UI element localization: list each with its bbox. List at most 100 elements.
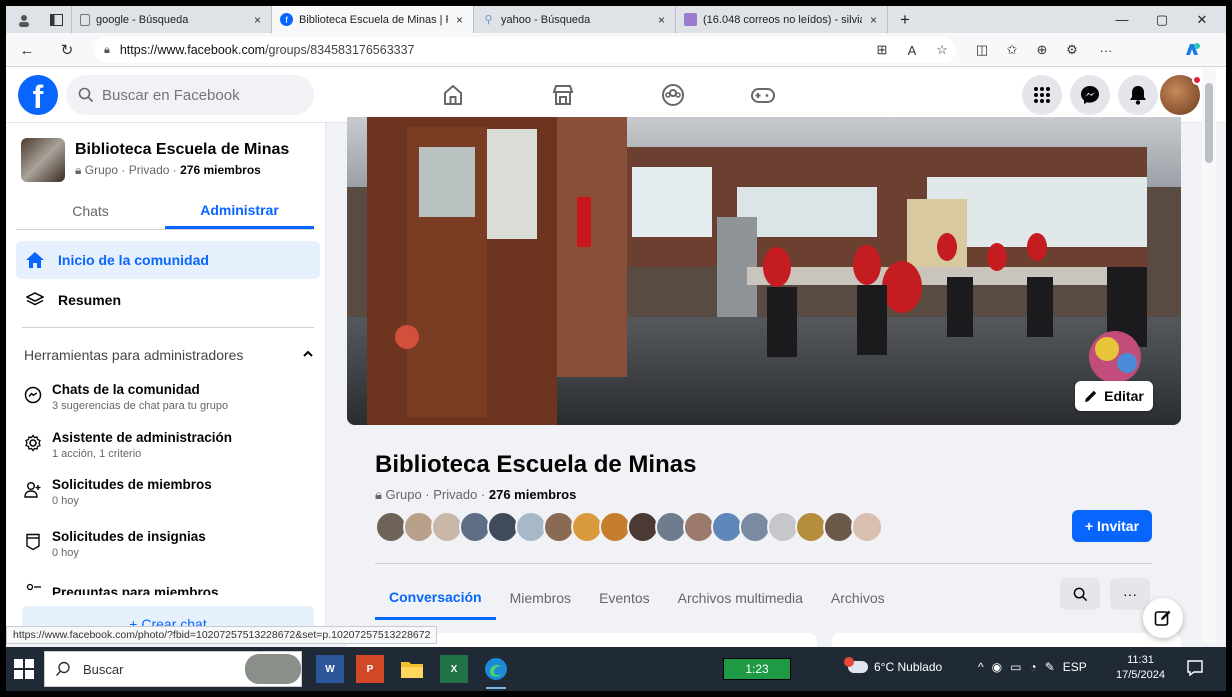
tab-chats[interactable]: Chats xyxy=(16,193,165,229)
minimize-icon[interactable]: — xyxy=(1102,6,1142,33)
new-tab-button[interactable]: + xyxy=(888,6,922,33)
tab-administrar[interactable]: Administrar xyxy=(165,193,314,229)
favorite-star-icon[interactable]: ☆ xyxy=(932,40,952,60)
tab-conversacion[interactable]: Conversación xyxy=(375,576,496,620)
admin-tools-heading[interactable]: Herramientas para administradores xyxy=(24,347,314,363)
group-meta: 🔒︎ Grupo · Privado · 276 miembros xyxy=(375,487,576,503)
avatar[interactable] xyxy=(851,511,883,543)
url-path: /groups/834583176563337 xyxy=(265,43,415,57)
restore-icon[interactable]: ▢ xyxy=(1142,6,1182,33)
notifications-center-icon[interactable] xyxy=(1186,659,1206,677)
tab-eventos[interactable]: Eventos xyxy=(585,576,664,620)
weather-label: 6°C Nublado xyxy=(874,660,943,674)
badge-icon xyxy=(22,533,44,556)
taskbar-search-label: Buscar xyxy=(83,661,124,677)
chevron-up-icon[interactable]: ^ xyxy=(978,660,984,674)
tool-solicitudes-insignias[interactable]: Solicitudes de insignias 0 hoy xyxy=(22,529,314,565)
more-icon[interactable]: ··· xyxy=(1096,40,1116,60)
excel-icon[interactable]: X xyxy=(440,655,468,683)
weather-widget[interactable]: 6°C Nublado xyxy=(844,657,943,674)
word-icon[interactable]: W xyxy=(316,655,344,683)
tab-archivos-multimedia[interactable]: Archivos multimedia xyxy=(664,576,817,620)
tool-solicitudes-miembros[interactable]: Solicitudes de miembros 0 hoy xyxy=(22,477,314,513)
page-icon xyxy=(80,13,90,26)
members-count[interactable]: 276 miembros xyxy=(489,487,576,502)
nav-marketplace[interactable] xyxy=(508,75,618,115)
copilot-icon[interactable] xyxy=(1182,40,1202,60)
new-message-button[interactable] xyxy=(1143,598,1183,638)
network-icon[interactable]: ◉ xyxy=(992,660,1002,674)
tab-biblioteca[interactable]: f Biblioteca Escuela de Minas | Fac × xyxy=(272,6,474,33)
search-box[interactable] xyxy=(66,75,314,115)
stack-icon xyxy=(24,291,46,309)
sidebar-item-label: Inicio de la comunidad xyxy=(58,252,209,268)
window-close-icon[interactable]: ✕ xyxy=(1182,6,1222,33)
refresh-icon[interactable]: ↻ xyxy=(56,39,78,61)
search-input[interactable] xyxy=(102,86,282,104)
scrollbar-thumb[interactable] xyxy=(1205,83,1213,163)
back-arrow-icon[interactable]: ← xyxy=(16,39,38,61)
close-icon[interactable]: × xyxy=(658,13,665,27)
taskbar-clock[interactable]: 11:31 17/5/2024 xyxy=(1116,653,1165,683)
search-icon: ⚲ xyxy=(484,14,493,26)
tool-asistente[interactable]: Asistente de administración 1 acción, 1 … xyxy=(22,430,314,466)
system-tray: ^ ◉ ▭ ◔ ✎ ESP xyxy=(978,660,1087,674)
tool-subtitle: 0 hoy xyxy=(52,547,79,559)
close-icon[interactable]: × xyxy=(456,13,463,27)
edit-cover-button[interactable]: Editar xyxy=(1075,381,1153,411)
notifications-button[interactable] xyxy=(1118,75,1158,115)
powerpoint-icon[interactable]: P xyxy=(356,655,384,683)
windows-start-icon[interactable] xyxy=(14,659,34,679)
pen-icon[interactable]: ✎ xyxy=(1045,660,1055,674)
facebook-logo-icon[interactable]: f xyxy=(18,75,58,115)
menu-button[interactable] xyxy=(1022,75,1062,115)
group-more-button[interactable]: ··· xyxy=(1110,578,1150,610)
extensions-icon[interactable]: ⚙︎ xyxy=(1062,40,1082,60)
taskbar-search[interactable]: Buscar xyxy=(44,651,302,687)
sidebar-item-inicio[interactable]: Inicio de la comunidad xyxy=(16,241,320,279)
tab-yahoo[interactable]: ⚲ yahoo - Búsqueda × xyxy=(474,6,676,33)
browser-tab-bar: google - Búsqueda × f Biblioteca Escuela… xyxy=(6,6,1226,33)
lock-icon: 🔒︎ xyxy=(375,487,382,502)
tab-mail[interactable]: (16.048 correos no leídos) - silvia × xyxy=(676,6,888,33)
app-menu-icon xyxy=(1034,87,1050,103)
group-thumbnail[interactable] xyxy=(21,138,65,182)
mail-icon xyxy=(684,13,697,26)
tab-miembros[interactable]: Miembros xyxy=(496,576,585,620)
cover-photo[interactable] xyxy=(347,117,1181,425)
sidebar-group-name[interactable]: Biblioteca Escuela de Minas xyxy=(75,141,289,159)
collections-icon[interactable]: ⊕ xyxy=(1032,40,1052,60)
nav-home[interactable] xyxy=(398,75,508,115)
url-field[interactable]: 🔒︎ https://www.facebook.com/groups/83458… xyxy=(94,37,956,63)
edge-icon[interactable] xyxy=(482,655,510,689)
sidebar-tabs: Chats Administrar xyxy=(16,193,314,229)
section-title: Herramientas para administradores xyxy=(24,347,244,363)
page-scrollbar[interactable] xyxy=(1202,67,1216,643)
library-photo xyxy=(347,117,1181,425)
file-explorer-icon[interactable] xyxy=(398,655,426,683)
language-indicator[interactable]: ESP xyxy=(1063,660,1087,674)
tab-archivos[interactable]: Archivos xyxy=(817,576,899,620)
close-icon[interactable]: × xyxy=(870,13,877,27)
split-screen-icon[interactable]: ◫ xyxy=(972,40,992,60)
tool-chats-comunidad[interactable]: Chats de la comunidad 3 sugerencias de c… xyxy=(22,382,314,418)
group-search-button[interactable] xyxy=(1060,578,1100,610)
wifi-icon[interactable]: ◔ xyxy=(1029,660,1036,674)
tab-actions-icon[interactable] xyxy=(42,6,72,33)
account-avatar[interactable] xyxy=(1160,75,1202,115)
app-grid-icon[interactable]: ⊞ xyxy=(872,40,892,60)
home-icon xyxy=(444,85,462,105)
messenger-button[interactable] xyxy=(1070,75,1110,115)
timer-widget[interactable]: 1:23 xyxy=(723,658,791,680)
close-icon[interactable]: × xyxy=(254,13,261,27)
favorites-icon[interactable]: ✩ xyxy=(1002,40,1022,60)
tab-google[interactable]: google - Búsqueda × xyxy=(72,6,272,33)
profile-icon[interactable] xyxy=(6,6,42,33)
sidebar-item-resumen[interactable]: Resumen xyxy=(16,281,320,319)
tool-title: Asistente de administración xyxy=(52,430,233,445)
invite-button[interactable]: + Invitar xyxy=(1072,510,1152,542)
nav-gaming[interactable] xyxy=(708,75,818,115)
read-aloud-icon[interactable]: A xyxy=(902,40,922,60)
battery-icon[interactable]: ▭ xyxy=(1010,660,1021,674)
address-bar: ← ↻ 🔒︎ https://www.facebook.com/groups/8… xyxy=(6,33,1226,67)
